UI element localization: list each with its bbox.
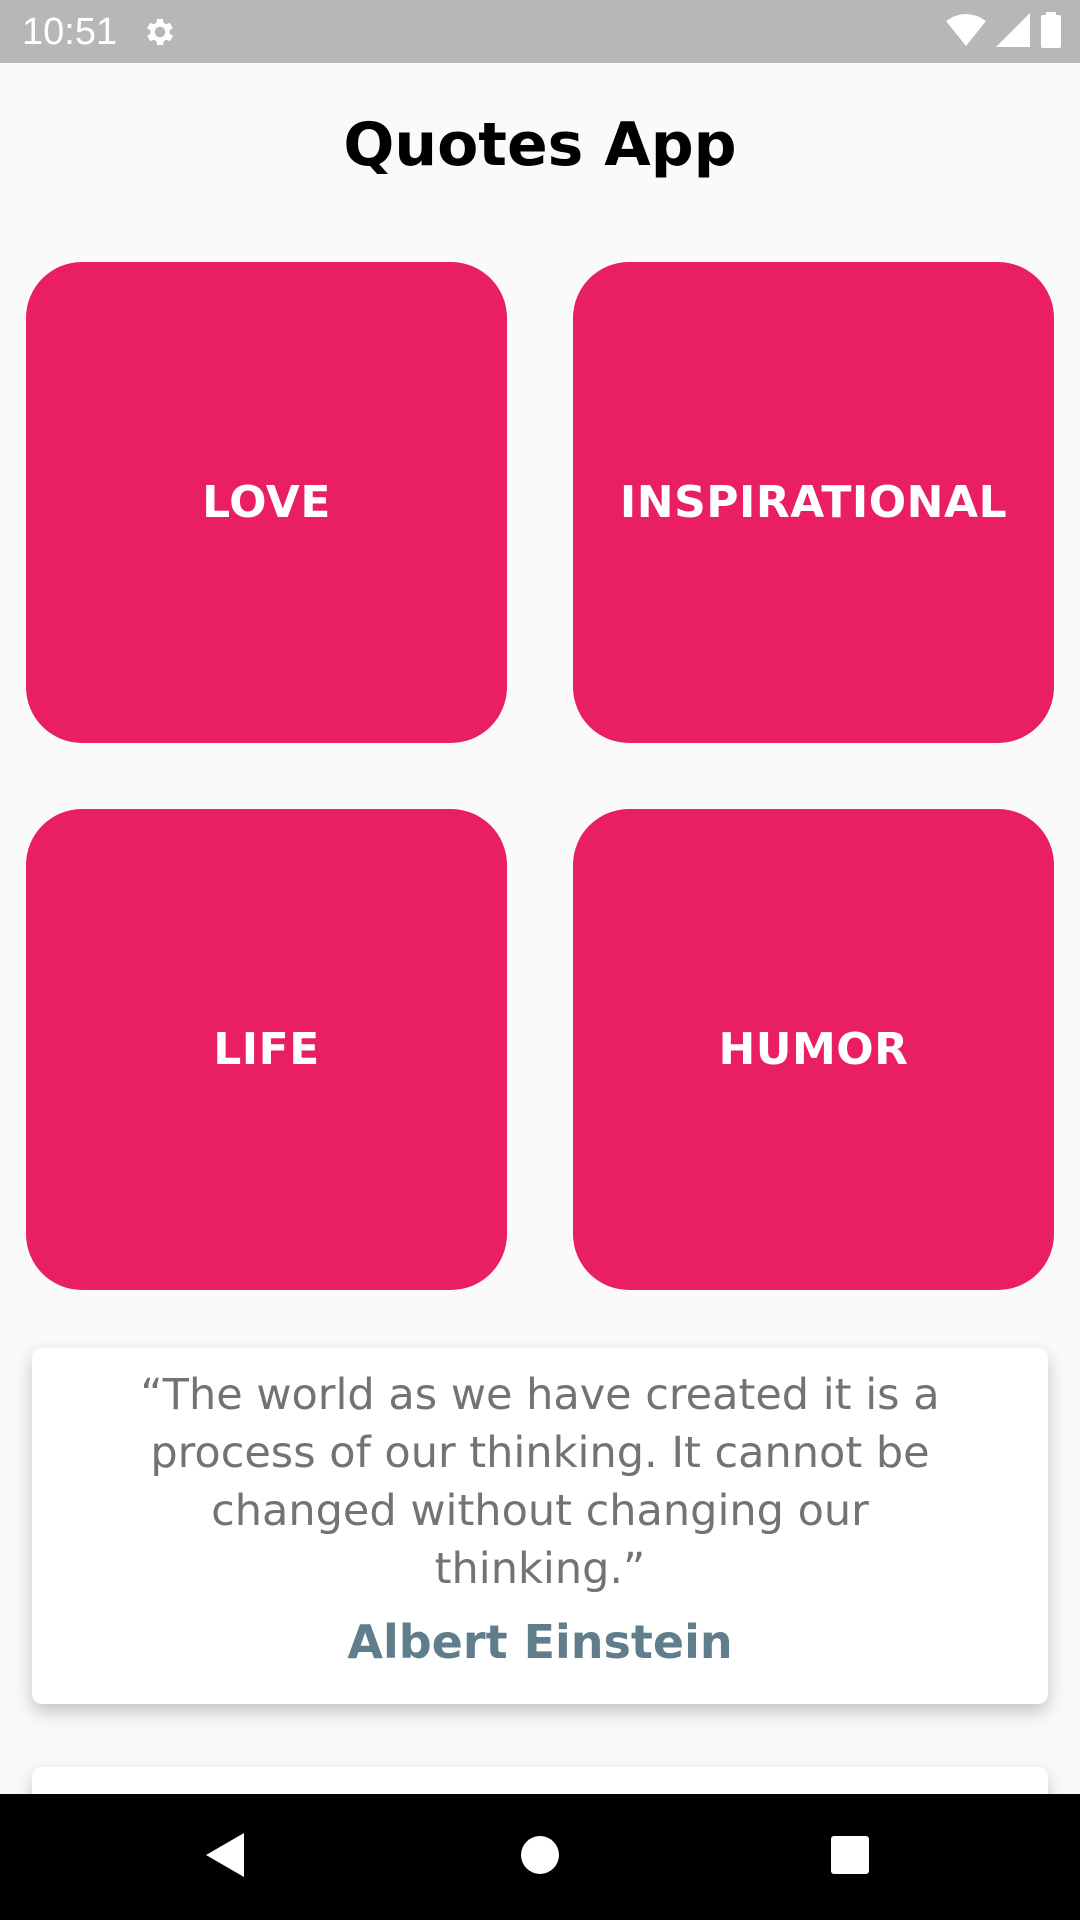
category-label: INSPIRATIONAL [619, 477, 1008, 528]
quote-author: Albert Einstein [347, 1615, 733, 1669]
category-love-button[interactable]: LOVE [26, 262, 507, 743]
status-bar: 10:51 [0, 0, 1080, 63]
category-label: HUMOR [718, 1024, 909, 1075]
category-label: LOVE [202, 477, 331, 528]
back-icon [204, 1831, 246, 1883]
battery-icon [1040, 12, 1062, 52]
navigation-bar [0, 1794, 1080, 1920]
category-life-button[interactable]: LIFE [26, 809, 507, 1290]
home-button[interactable] [470, 1794, 610, 1920]
recents-button[interactable] [780, 1794, 920, 1920]
category-inspirational-button[interactable]: INSPIRATIONAL [573, 262, 1054, 743]
category-humor-button[interactable]: HUMOR [573, 809, 1054, 1290]
quote-text: “The world as we have created it is a pr… [140, 1370, 940, 1594]
back-button[interactable] [155, 1794, 295, 1920]
home-icon [520, 1835, 560, 1879]
status-icons [946, 12, 1062, 52]
status-time: 10:51 [22, 11, 118, 53]
recents-icon [830, 1835, 870, 1879]
quote-card[interactable]: “The world as we have created it is a pr… [32, 1348, 1048, 1704]
gear-icon [142, 14, 178, 50]
cell-signal-icon [996, 13, 1030, 51]
wifi-icon [946, 13, 986, 51]
page-title: Quotes App [343, 110, 737, 180]
category-label: LIFE [213, 1024, 320, 1075]
